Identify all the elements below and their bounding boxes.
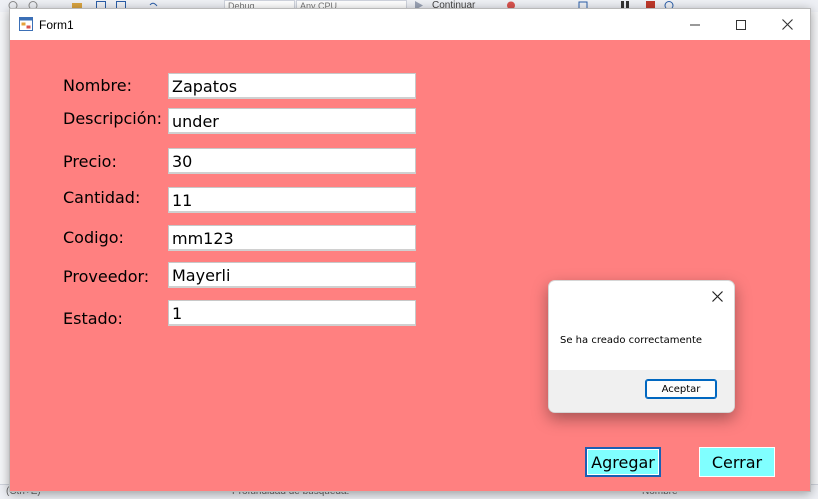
codigo-label: Codigo: <box>63 228 124 247</box>
cantidad-label: Cantidad: <box>63 188 141 207</box>
app-icon <box>19 17 33 31</box>
agregar-button[interactable]: Agregar <box>585 447 661 477</box>
nombre-label: Nombre: <box>63 76 132 95</box>
estado-label: Estado: <box>63 309 123 328</box>
cantidad-textbox[interactable]: 11 <box>168 187 416 213</box>
precio-label: Precio: <box>63 152 117 171</box>
cerrar-button[interactable]: Cerrar <box>699 447 775 477</box>
title-bar[interactable]: Form1 <box>10 9 810 40</box>
close-button[interactable] <box>764 9 810 40</box>
form-window: Form1 Nombre: Zapatos Descripción: under… <box>9 8 811 492</box>
precio-textbox[interactable]: 30 <box>168 148 416 174</box>
proveedor-label: Proveedor: <box>63 267 150 286</box>
estado-textbox[interactable]: 1 <box>168 300 416 326</box>
proveedor-textbox[interactable]: Mayerli <box>168 262 416 288</box>
codigo-textbox[interactable]: mm123 <box>168 225 416 251</box>
aceptar-button[interactable]: Aceptar <box>645 379 717 399</box>
dialog-close-icon <box>711 290 723 302</box>
maximize-icon <box>736 19 746 30</box>
close-icon <box>781 19 793 30</box>
maximize-button[interactable] <box>718 9 764 40</box>
descripcion-textbox[interactable]: under <box>168 108 416 134</box>
window-title: Form1 <box>39 18 74 32</box>
minimize-button[interactable] <box>672 9 718 40</box>
dialog-message: Se ha creado correctamente <box>560 335 703 346</box>
dialog-close-button[interactable] <box>708 287 726 305</box>
dialog-footer: Aceptar <box>549 370 734 412</box>
nombre-textbox[interactable]: Zapatos <box>168 73 416 99</box>
minimize-icon <box>690 24 700 25</box>
form-client-area: Nombre: Zapatos Descripción: under Preci… <box>10 40 810 491</box>
descripcion-label: Descripción: <box>63 109 163 128</box>
message-dialog: Se ha creado correctamente Aceptar <box>548 280 735 413</box>
